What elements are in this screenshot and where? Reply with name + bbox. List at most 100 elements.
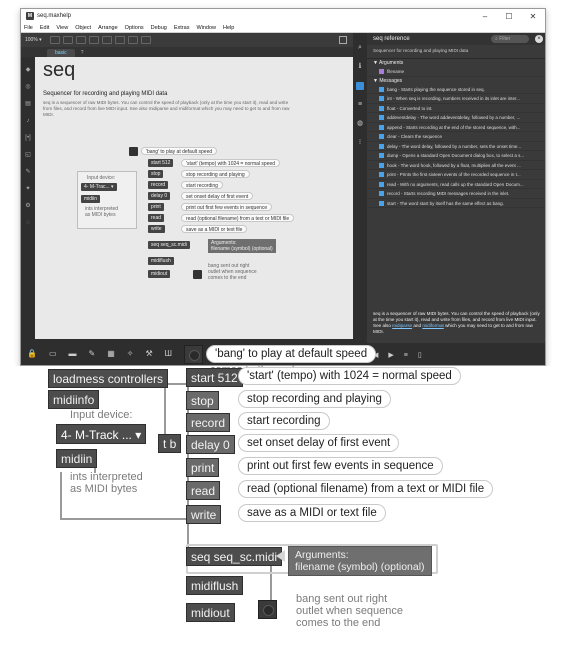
page-icon[interactable]: ▯ bbox=[418, 351, 422, 359]
bang-button[interactable] bbox=[184, 345, 203, 364]
music-icon[interactable]: ♪ bbox=[24, 117, 32, 125]
message-item[interactable]: dump - Opens a standard Open Document di… bbox=[367, 151, 545, 161]
message-item[interactable]: read - With no arguments, read calls up … bbox=[367, 180, 545, 189]
forward-icon[interactable]: ▶ bbox=[388, 351, 393, 359]
mini-read-message[interactable]: read bbox=[148, 214, 165, 222]
mini-delay-message[interactable]: delay 0 bbox=[148, 192, 171, 200]
search-icon[interactable]: ⌕ bbox=[356, 44, 364, 52]
minimize-button[interactable]: – bbox=[473, 12, 497, 21]
seq-object[interactable]: seq seq_sc.midi bbox=[186, 547, 283, 566]
mini-bang-button[interactable] bbox=[129, 147, 138, 156]
mini-midiout-object[interactable]: midiout bbox=[148, 270, 171, 278]
settings-icon[interactable]: ⚙ bbox=[24, 202, 32, 210]
message-item[interactable]: int - When seq is recording, numbers rec… bbox=[367, 94, 545, 104]
mini-start-message[interactable]: start 512 bbox=[148, 159, 174, 167]
record-message[interactable]: record bbox=[186, 413, 231, 432]
lock-icon[interactable]: 🔒 bbox=[27, 349, 37, 358]
mini-write-message[interactable]: write bbox=[148, 225, 165, 233]
mini-end-bang[interactable] bbox=[193, 270, 202, 279]
mini-record-message[interactable]: record bbox=[148, 181, 169, 189]
midiin-object[interactable]: midiin bbox=[56, 449, 98, 468]
mini-midiin-object[interactable]: midiin bbox=[81, 195, 101, 203]
menu-icon[interactable]: ≡ bbox=[404, 352, 408, 359]
midiout-object[interactable]: midiout bbox=[186, 603, 235, 622]
maximize-button[interactable]: ☐ bbox=[497, 12, 521, 21]
menu-help[interactable]: Help bbox=[223, 25, 234, 31]
end-bang-button[interactable] bbox=[258, 600, 277, 619]
bars-icon[interactable]: Ш bbox=[165, 349, 172, 358]
edit-icon[interactable]: ✎ bbox=[89, 349, 96, 358]
messages-section[interactable]: ▼ Messages bbox=[367, 77, 545, 85]
star-icon[interactable]: ✦ bbox=[24, 185, 32, 193]
menu-arrange[interactable]: Arrange bbox=[98, 25, 118, 31]
presentation-icon[interactable]: ▭ bbox=[49, 349, 57, 358]
window-icon[interactable]: ◱ bbox=[24, 151, 32, 159]
message-item[interactable]: clear - Clears the sequence bbox=[367, 132, 545, 142]
comment-icon[interactable] bbox=[88, 36, 99, 44]
message-item[interactable]: print - Prints the first sixteen events … bbox=[367, 170, 545, 180]
read-message[interactable]: read bbox=[186, 481, 221, 500]
menu-options[interactable]: Options bbox=[125, 25, 144, 31]
midiformat-link[interactable]: midiformat bbox=[422, 323, 443, 328]
mini-midiflush-object[interactable]: midiflush bbox=[148, 257, 174, 265]
tab-other[interactable]: ? bbox=[75, 49, 90, 57]
message-item[interactable]: start - The word start by itself has the… bbox=[367, 199, 545, 208]
info-icon[interactable] bbox=[140, 36, 151, 44]
menu-extras[interactable]: Extras bbox=[174, 25, 190, 31]
mini-seq-object[interactable]: seq seq_sc.midi bbox=[148, 241, 190, 249]
align-icon[interactable] bbox=[127, 36, 138, 44]
chat-icon[interactable]: ▬ bbox=[69, 349, 77, 358]
grid-icon[interactable] bbox=[101, 36, 112, 44]
menu-object[interactable]: Object bbox=[75, 25, 91, 31]
tools-icon[interactable]: ⚒ bbox=[146, 349, 153, 358]
menu-file[interactable]: File bbox=[24, 25, 33, 31]
start-message[interactable]: start 512 bbox=[186, 368, 243, 387]
menu-edit[interactable]: Edit bbox=[40, 25, 49, 31]
close-icon[interactable]: × bbox=[535, 35, 543, 43]
message-icon[interactable] bbox=[75, 36, 86, 44]
print-message[interactable]: print bbox=[186, 458, 220, 477]
tab-basic[interactable]: basic bbox=[47, 49, 75, 57]
grid-toggle-icon[interactable] bbox=[339, 36, 347, 44]
message-item[interactable]: bang - Starts playing the sequence store… bbox=[367, 85, 545, 94]
circle-icon[interactable]: ◌ bbox=[24, 219, 32, 227]
reference-search-input[interactable]: ⌕ Filter bbox=[491, 35, 529, 43]
mini-print-message[interactable]: print bbox=[148, 203, 164, 211]
palette-icon[interactable]: ◆ bbox=[24, 66, 32, 74]
midiflush-object[interactable]: midiflush bbox=[186, 576, 244, 595]
browser-icon[interactable]: ◎ bbox=[24, 83, 32, 91]
new-object-icon[interactable] bbox=[62, 36, 73, 44]
clipboard-icon[interactable]: ▤ bbox=[24, 100, 32, 108]
arguments-section[interactable]: ▼ Arguments bbox=[367, 59, 545, 67]
delay-message[interactable]: delay 0 bbox=[186, 435, 235, 454]
magic-icon[interactable]: ✧ bbox=[127, 349, 134, 358]
menu-view[interactable]: View bbox=[56, 25, 68, 31]
grid-icon[interactable]: ▦ bbox=[107, 349, 115, 358]
message-item[interactable]: record - Starts recording MIDI messages … bbox=[367, 189, 545, 199]
patch-icon[interactable]: [•] bbox=[24, 134, 32, 142]
message-item[interactable]: addeventdelay - The word addeventdelay, … bbox=[367, 113, 545, 123]
stop-message[interactable]: stop bbox=[186, 391, 219, 410]
message-item[interactable]: append - Starts recording at the end of … bbox=[367, 123, 545, 132]
zoom-selector[interactable]: 100% ▾ bbox=[25, 37, 42, 43]
menu-window[interactable]: Window bbox=[196, 25, 216, 31]
mini-device-menu[interactable]: 4- M-Trac... ▾ bbox=[81, 183, 117, 191]
loadmess-object[interactable]: loadmess controllers bbox=[48, 369, 169, 388]
mini-stop-message[interactable]: stop bbox=[148, 170, 164, 178]
lock-icon[interactable] bbox=[49, 36, 60, 44]
reference-icon[interactable] bbox=[356, 82, 364, 90]
message-item[interactable]: hook - The word hook, followed by a floa… bbox=[367, 161, 545, 170]
midi-device-menu[interactable]: 4- M-Track ... ▾ bbox=[56, 424, 147, 444]
menu-debug[interactable]: Debug bbox=[151, 25, 167, 31]
trigger-object[interactable]: t b bbox=[158, 434, 182, 453]
inspector-icon[interactable]: ◍ bbox=[356, 120, 364, 128]
message-item[interactable]: float - Converted to int. bbox=[367, 104, 545, 113]
midiparse-link[interactable]: midiparse bbox=[392, 323, 412, 328]
list-icon[interactable]: ≡ bbox=[356, 101, 364, 109]
info-icon[interactable]: ℹ bbox=[356, 63, 364, 71]
message-item[interactable]: delay - The word delay, followed by a nu… bbox=[367, 142, 545, 151]
midiinfo-object[interactable]: midiinfo bbox=[48, 390, 100, 409]
debug-icon[interactable]: ⁝ bbox=[356, 139, 364, 147]
write-message[interactable]: write bbox=[186, 505, 222, 524]
present-icon[interactable] bbox=[114, 36, 125, 44]
